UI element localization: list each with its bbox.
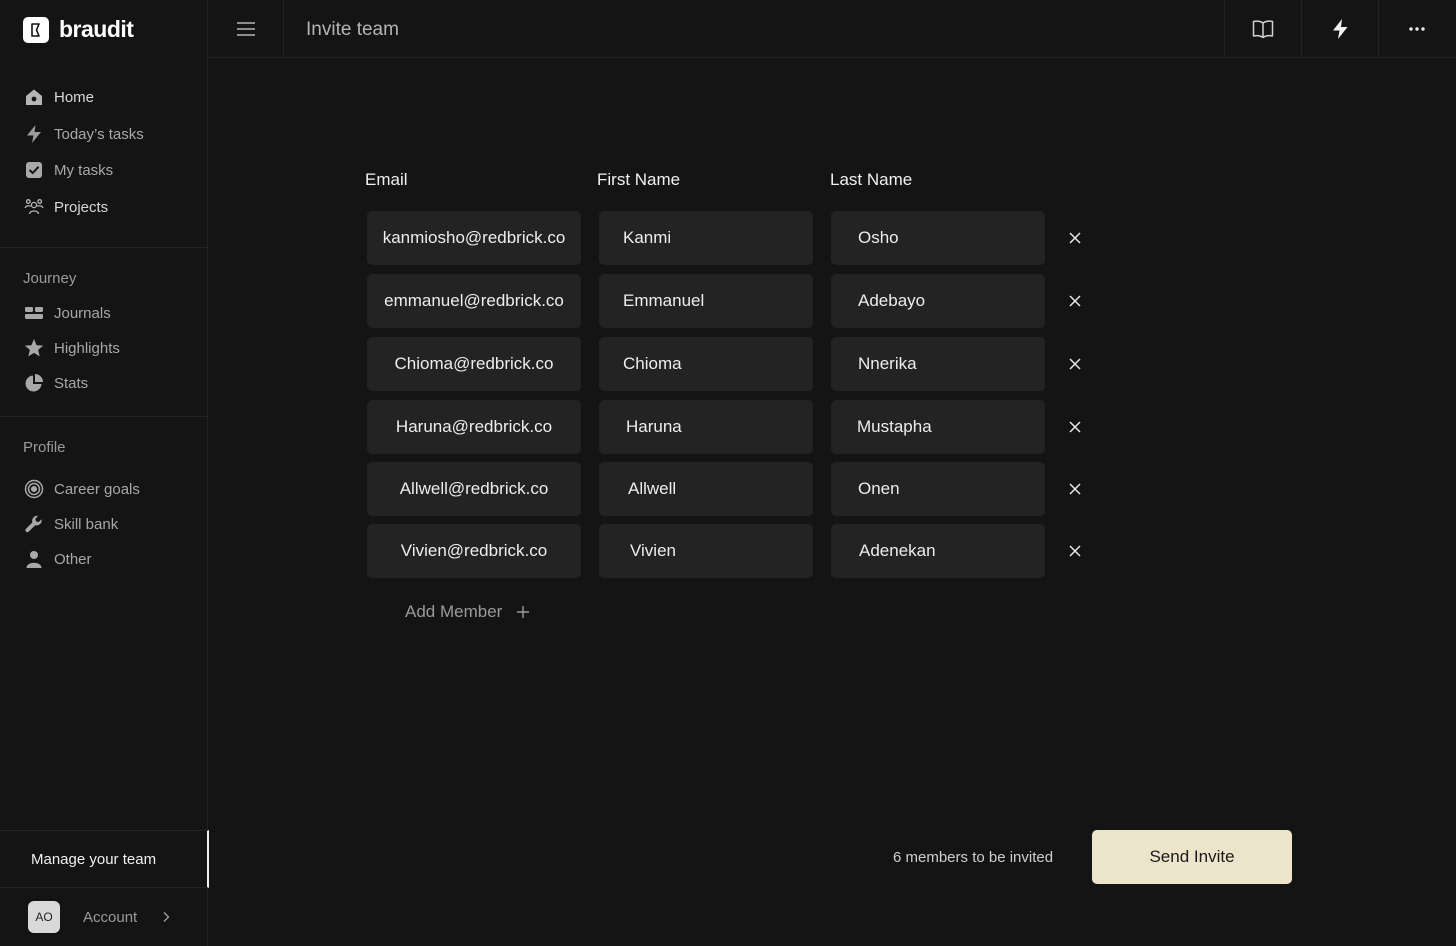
account-button[interactable]: AO Account	[28, 901, 173, 933]
last-name-field[interactable]: Onen	[831, 462, 1045, 516]
journals-icon	[24, 303, 44, 323]
close-icon	[1069, 295, 1081, 307]
lightning-icon	[24, 124, 44, 144]
remove-member-button[interactable]	[1065, 228, 1085, 248]
more-options-button[interactable]	[1378, 0, 1455, 58]
nav-item-career-goals[interactable]: Career goals	[24, 479, 140, 499]
lightning-icon	[1333, 19, 1348, 39]
first-name-column-header: First Name	[597, 170, 681, 189]
nav-label: Home	[54, 88, 95, 106]
add-member-button[interactable]: Add Member	[405, 602, 530, 622]
remove-member-button[interactable]	[1065, 291, 1085, 311]
nav-label: Projects	[54, 198, 109, 216]
more-horizontal-icon	[1409, 27, 1425, 31]
last-name-field[interactable]: Adenekan	[831, 524, 1045, 578]
nav-label: Highlights	[54, 339, 120, 357]
email-field[interactable]: kanmiosho@redbrick.co	[367, 211, 581, 265]
email-field[interactable]: Chioma@redbrick.co	[367, 337, 581, 391]
nav-item-highlights[interactable]: Highlights	[24, 338, 120, 358]
email-column-header: Email	[365, 170, 408, 189]
nav-label: Other	[54, 550, 92, 568]
close-icon	[1069, 232, 1081, 244]
sidebar: braudit Home Today’s tasks My tasks Proj…	[0, 0, 209, 946]
email-field[interactable]: Allwell@redbrick.co	[367, 462, 581, 516]
close-icon	[1069, 421, 1081, 433]
nav-item-other[interactable]: Other	[24, 549, 92, 569]
account-label: Account	[83, 908, 138, 926]
remove-member-button[interactable]	[1065, 354, 1085, 374]
first-name-field[interactable]: Vivien	[599, 524, 813, 578]
nav-label: Stats	[54, 374, 89, 392]
last-name-column-header: Last Name	[830, 170, 913, 189]
nav-label: Career goals	[54, 480, 140, 498]
last-name-field[interactable]: Nnerika	[831, 337, 1045, 391]
manage-team-link[interactable]: Manage your team	[0, 830, 209, 888]
brand-logo-icon	[23, 16, 49, 43]
brand[interactable]: braudit	[23, 16, 134, 43]
invite-count: 6 members to be invited	[893, 849, 1054, 866]
first-name-field[interactable]: Allwell	[599, 462, 813, 516]
close-icon	[1069, 483, 1081, 495]
nav-item-todays-tasks[interactable]: Today’s tasks	[24, 124, 144, 144]
email-field[interactable]: emmanuel@redbrick.co	[367, 274, 581, 328]
people-icon	[24, 197, 44, 217]
last-name-field[interactable]: Osho	[831, 211, 1045, 265]
nav-label: Journals	[54, 304, 111, 322]
hamburger-menu-icon	[236, 22, 255, 36]
nav-item-journals[interactable]: Journals	[24, 303, 111, 323]
nav-label: Skill bank	[54, 515, 119, 533]
chevron-right-icon	[163, 912, 170, 922]
nav-item-skill-bank[interactable]: Skill bank	[24, 514, 118, 534]
first-name-field[interactable]: Emmanuel	[599, 274, 813, 328]
star-icon	[24, 338, 44, 358]
remove-member-button[interactable]	[1065, 479, 1085, 499]
open-book-icon	[1252, 20, 1274, 39]
close-icon	[1069, 358, 1081, 370]
journey-section-label: Journey	[23, 270, 77, 287]
checkbox-icon	[24, 160, 44, 180]
pie-chart-icon	[24, 373, 44, 393]
plus-icon	[517, 606, 530, 618]
target-icon	[24, 479, 44, 499]
docs-button[interactable]	[1224, 0, 1301, 58]
avatar: AO	[28, 901, 60, 933]
nav-label: My tasks	[54, 161, 114, 179]
quick-actions-button[interactable]	[1301, 0, 1378, 58]
first-name-field[interactable]: Haruna	[599, 400, 813, 454]
page-title: Invite team	[306, 19, 399, 40]
home-icon	[24, 87, 44, 107]
wrench-icon	[24, 514, 44, 534]
brand-name: braudit	[59, 16, 134, 42]
nav-label: Today’s tasks	[54, 125, 144, 143]
email-field[interactable]: Vivien@redbrick.co	[367, 524, 581, 578]
remove-member-button[interactable]	[1065, 541, 1085, 561]
last-name-field[interactable]: Mustapha	[831, 400, 1045, 454]
send-invite-button[interactable]: Send Invite	[1092, 830, 1292, 884]
nav-item-home[interactable]: Home	[24, 87, 94, 107]
first-name-field[interactable]: Chioma	[599, 337, 813, 391]
sidebar-divider	[0, 247, 208, 248]
first-name-field[interactable]: Kanmi	[599, 211, 813, 265]
close-icon	[1069, 545, 1081, 557]
top-bar: Invite team	[208, 0, 1456, 58]
sidebar-divider	[0, 416, 208, 417]
nav-item-my-tasks[interactable]: My tasks	[24, 160, 113, 180]
menu-toggle-button[interactable]	[208, 0, 284, 58]
profile-section-label: Profile	[23, 439, 66, 456]
remove-member-button[interactable]	[1065, 417, 1085, 437]
last-name-field[interactable]: Adebayo	[831, 274, 1045, 328]
email-field[interactable]: Haruna@redbrick.co	[367, 400, 581, 454]
nav-item-stats[interactable]: Stats	[24, 373, 88, 393]
nav-item-projects[interactable]: Projects	[24, 197, 108, 217]
add-member-label: Add Member	[405, 602, 503, 621]
user-icon	[24, 549, 44, 569]
